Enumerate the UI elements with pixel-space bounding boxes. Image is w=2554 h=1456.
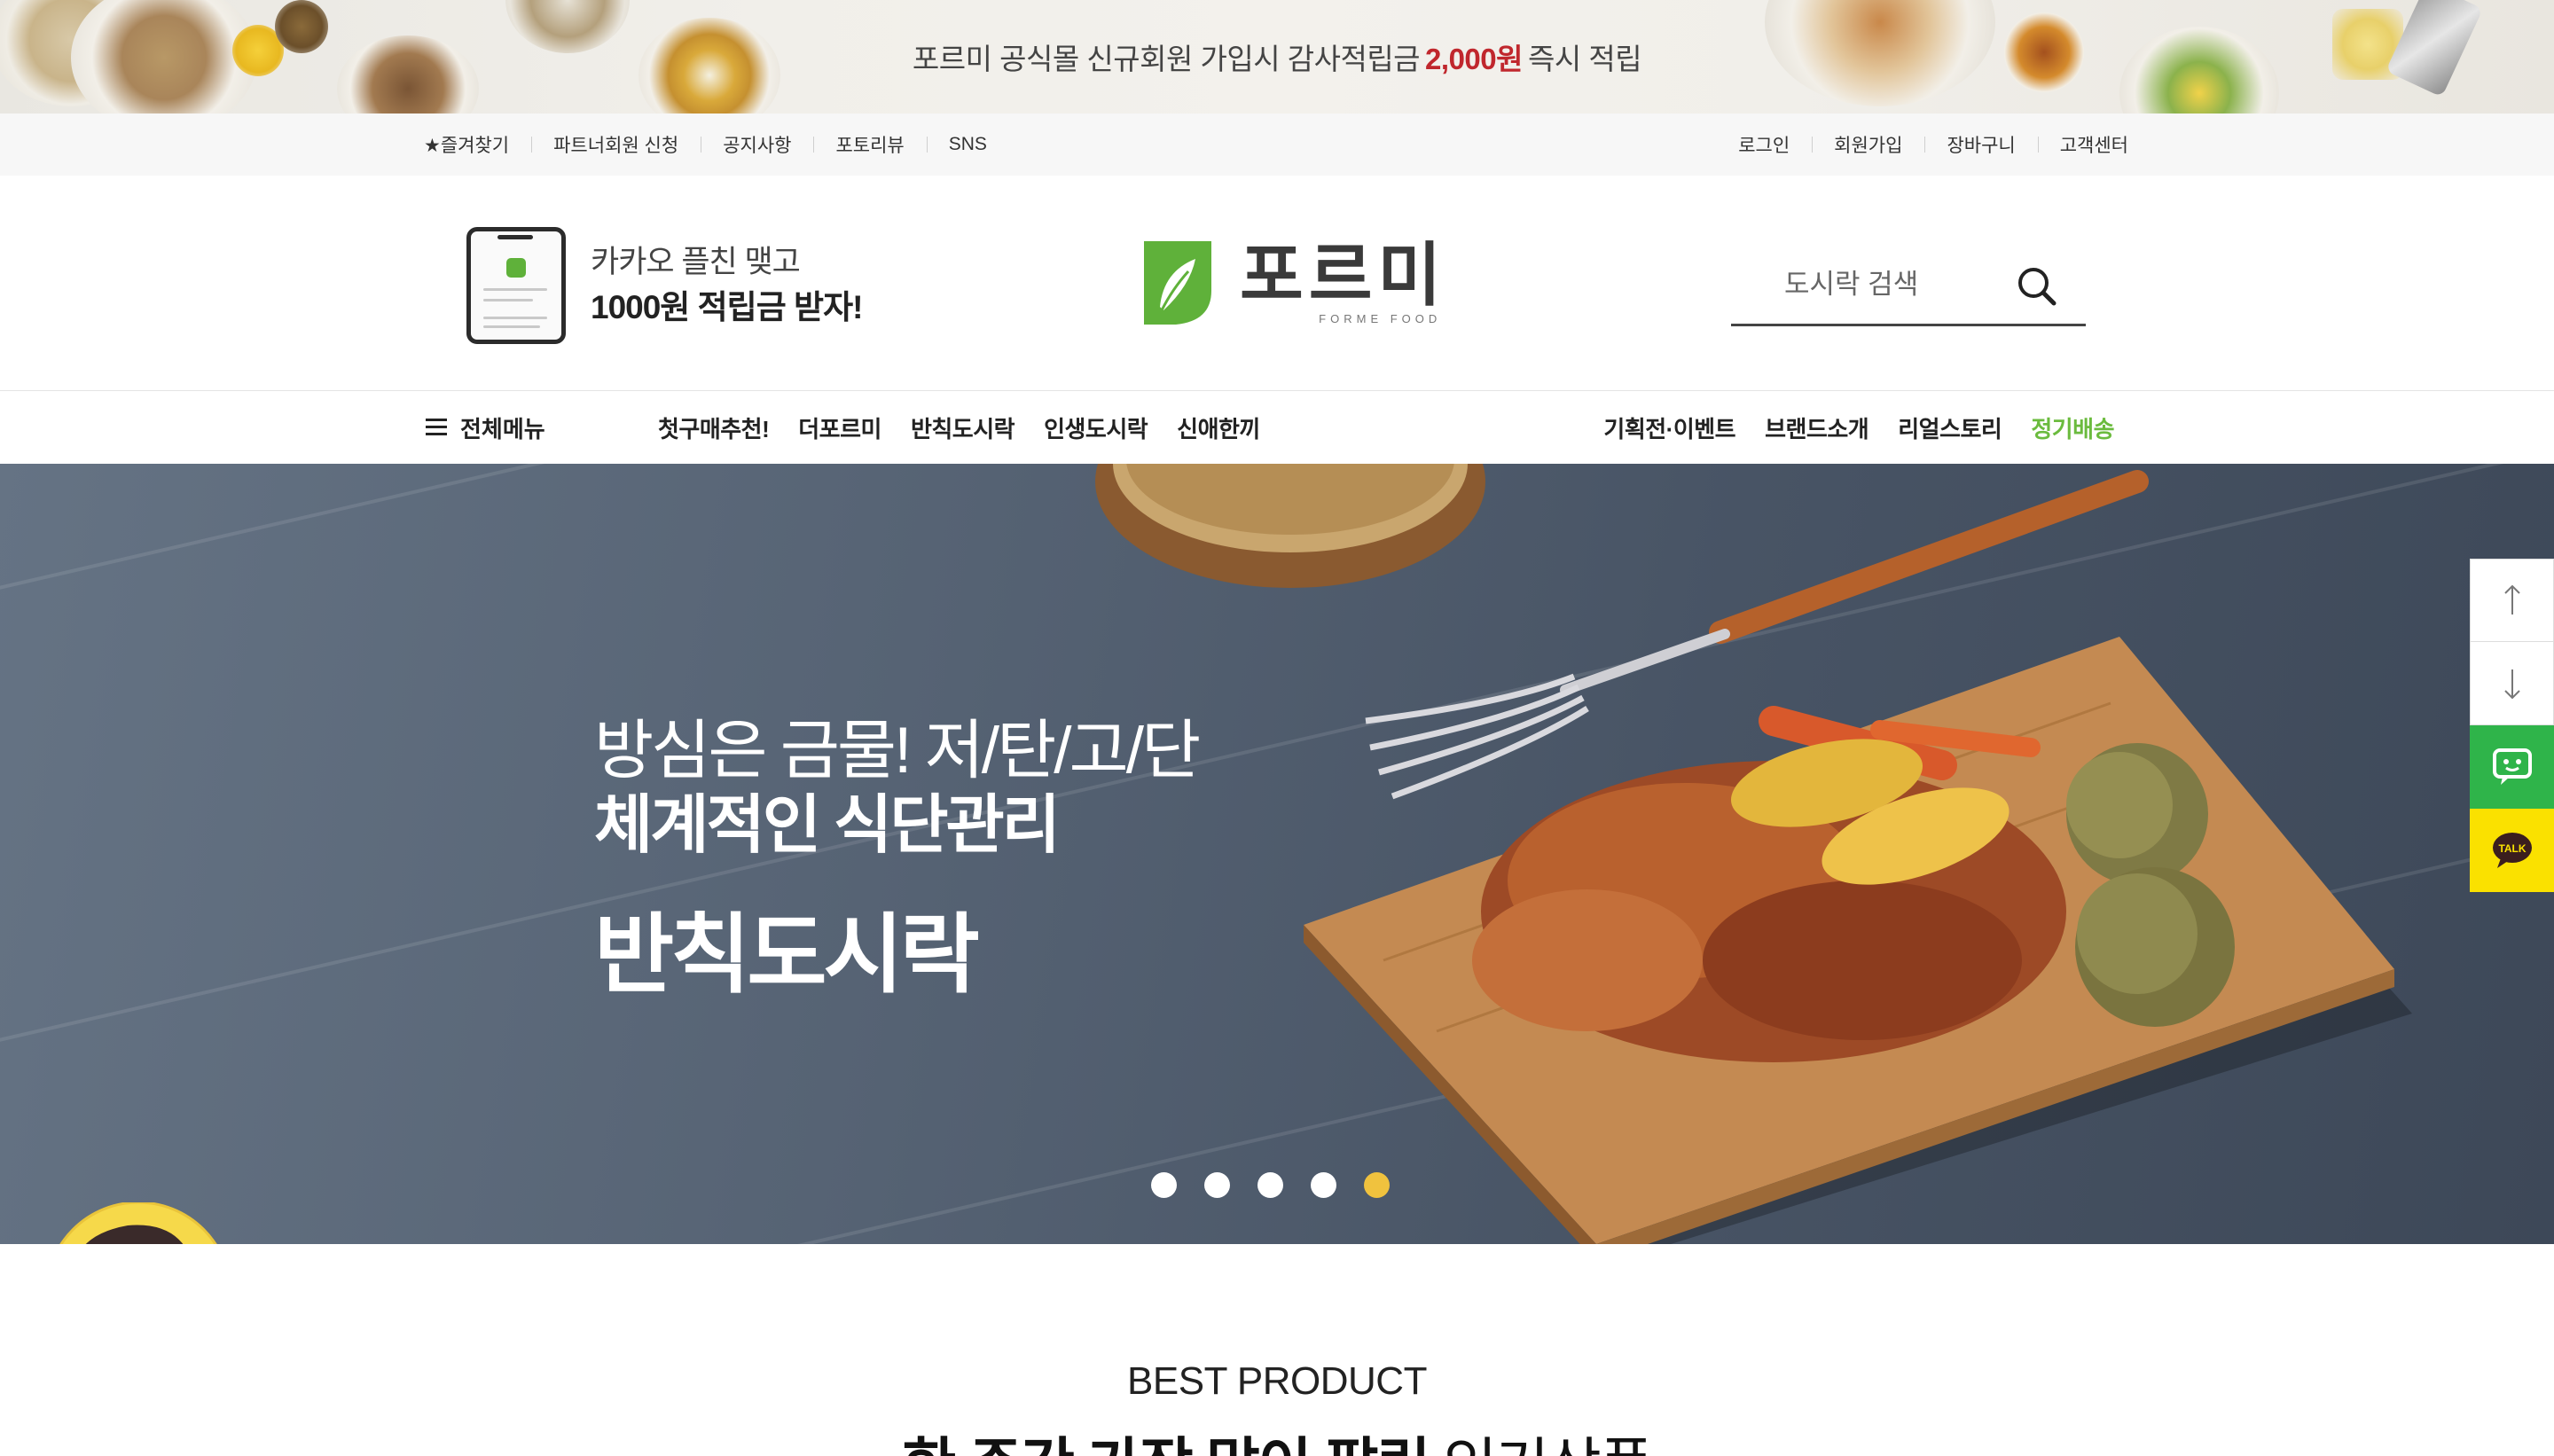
all-menu-button[interactable]: 전체메뉴 xyxy=(426,391,545,464)
kakao-friend-promo[interactable]: 카카오 플친 맺고 1000원 적립금 받자! xyxy=(466,227,863,344)
nav-the-forme[interactable]: 더포르미 xyxy=(798,411,881,444)
hero-copy: 방심은 금물! 저/탄/고/단 체계적인 식단관리 반칙도시락 xyxy=(594,714,1201,1003)
brand-logo[interactable]: 포르미 FORME FOOD xyxy=(1137,236,1446,328)
section-eyebrow: BEST PRODUCT xyxy=(1127,1359,1427,1403)
nav-real-story[interactable]: 리얼스토리 xyxy=(1898,411,2002,444)
kakao-promo-line1: 카카오 플친 맺고 xyxy=(591,245,801,279)
brand-wordmark: 포르미 FORME FOOD xyxy=(1240,239,1446,325)
all-menu-label: 전체메뉴 xyxy=(460,415,545,442)
nav-sinae-hanggi[interactable]: 신애한끼 xyxy=(1177,411,1260,444)
hero-title: 반칙도시락 xyxy=(594,905,980,1003)
nav-first-purchase[interactable]: 첫구매추천! xyxy=(658,411,770,444)
phone-icon xyxy=(466,227,566,344)
slide-dot-2[interactable] xyxy=(1204,1172,1230,1198)
signup-link[interactable]: 회원가입 xyxy=(1812,131,1924,158)
search-box xyxy=(1731,250,2086,326)
search-input[interactable] xyxy=(1784,262,2006,307)
site-header: 카카오 플친 맺고 1000원 적립금 받자! 포르미 FORME FOOD xyxy=(0,176,2554,391)
slide-dot-3[interactable] xyxy=(1257,1172,1283,1198)
hamburger-icon xyxy=(426,419,447,436)
secondary-menu: 기획전·이벤트 브랜드소개 리얼스토리 정기배송 xyxy=(1603,391,2114,464)
hero-line2: 체계적인 식단관리 xyxy=(594,790,1061,861)
leaf-logo-icon xyxy=(1137,236,1217,328)
phone-screen-line xyxy=(483,299,533,301)
category-menu: 첫구매추천! 더포르미 반칙도시락 인생도시락 신애한끼 xyxy=(658,391,1260,464)
nav-events[interactable]: 기획전·이벤트 xyxy=(1603,411,1735,444)
slide-dot-5[interactable] xyxy=(1364,1172,1390,1198)
login-link[interactable]: 로그인 xyxy=(1738,131,1812,158)
photo-review-link[interactable]: 포토리뷰 xyxy=(813,131,926,158)
headline-rest: 인기상품 xyxy=(1444,1432,1654,1456)
chat-button[interactable] xyxy=(2470,725,2554,809)
hero-food-image xyxy=(1095,464,2412,1244)
slider-pagination xyxy=(1151,1172,1390,1198)
kakao-talk-button[interactable]: TALK xyxy=(2470,809,2554,892)
customer-center-link[interactable]: 고객센터 xyxy=(2037,131,2128,158)
chat-icon xyxy=(2492,748,2532,785)
arrow-down-icon xyxy=(2503,669,2520,699)
sns-link[interactable]: SNS xyxy=(926,134,987,155)
utility-bar: ★즐겨찾기 파트너회원 신청 공지사항 포토리뷰 SNS 로그인 회원가입 장바… xyxy=(0,114,2554,176)
kakao-promo-line2: 1000원 적립금 받자! xyxy=(591,289,863,325)
scroll-bottom-button[interactable] xyxy=(2470,642,2554,725)
kakao-promo-text: 카카오 플친 맺고 1000원 적립금 받자! xyxy=(591,240,863,331)
nav-insaeng-dosirak[interactable]: 인생도시락 xyxy=(1044,411,1148,444)
hero-slider[interactable]: 방심은 금물! 저/탄/고/단 체계적인 식단관리 반칙도시락 xyxy=(0,464,2554,1244)
brand-name-english: FORME FOOD xyxy=(1319,311,1442,325)
promo-message: 포르미 공식몰 신규회원 가입시 감사적립금 2,000원 즉시 적립 xyxy=(0,0,2554,114)
brand-name-korean: 포르미 xyxy=(1240,235,1447,314)
cart-link[interactable]: 장바구니 xyxy=(1924,131,2037,158)
nav-subscription[interactable]: 정기배송 xyxy=(2031,411,2114,444)
app-logo-mini xyxy=(506,258,526,278)
section-headline: 한 주간 가장 많이 팔린 인기상품 xyxy=(0,1418,2554,1456)
slide-dot-4[interactable] xyxy=(1311,1172,1336,1198)
nav-brand-intro[interactable]: 브랜드소개 xyxy=(1765,411,1869,444)
talk-label: TALK xyxy=(2498,842,2526,855)
slide-dot-1[interactable] xyxy=(1151,1172,1177,1198)
phone-screen-line xyxy=(483,317,547,319)
utility-right-links: 로그인 회원가입 장바구니 고객센터 xyxy=(1738,114,2128,176)
nav-banchik-dosirak[interactable]: 반칙도시락 xyxy=(911,411,1015,444)
top-promo-banner[interactable]: 포르미 공식몰 신규회원 가입시 감사적립금 2,000원 즉시 적립 xyxy=(0,0,2554,114)
partner-signup-link[interactable]: 파트너회원 신청 xyxy=(531,131,701,158)
bookmark-link[interactable]: ★즐겨찾기 xyxy=(424,131,531,158)
headline-bold: 한 주간 가장 많이 팔린 xyxy=(902,1432,1430,1456)
phone-screen-line xyxy=(483,325,540,328)
best-product-section: BEST PRODUCT 한 주간 가장 많이 팔린 인기상품 xyxy=(0,1244,2554,1456)
promo-highlight-amount: 2,000원 xyxy=(1425,43,1523,75)
kakao-talk-icon: TALK xyxy=(2492,832,2532,868)
hero-line1: 방심은 금물! 저/탄/고/단 xyxy=(594,715,1201,787)
arrow-up-icon xyxy=(2503,584,2520,614)
notice-link[interactable]: 공지사항 xyxy=(701,131,813,158)
quick-side-bar: TALK xyxy=(2470,559,2554,892)
phone-screen-line xyxy=(483,288,547,291)
utility-left-links: ★즐겨찾기 파트너회원 신청 공지사항 포토리뷰 SNS xyxy=(424,114,987,176)
promo-text-after: 즉시 적립 xyxy=(1528,43,1642,75)
main-navigation: 전체메뉴 첫구매추천! 더포르미 반칙도시락 인생도시락 신애한끼 기획전·이벤… xyxy=(0,391,2554,464)
search-icon[interactable] xyxy=(2013,262,2063,312)
promo-text-before: 포르미 공식몰 신규회원 가입시 감사적립금 xyxy=(912,43,1421,75)
scroll-top-button[interactable] xyxy=(2470,559,2554,642)
